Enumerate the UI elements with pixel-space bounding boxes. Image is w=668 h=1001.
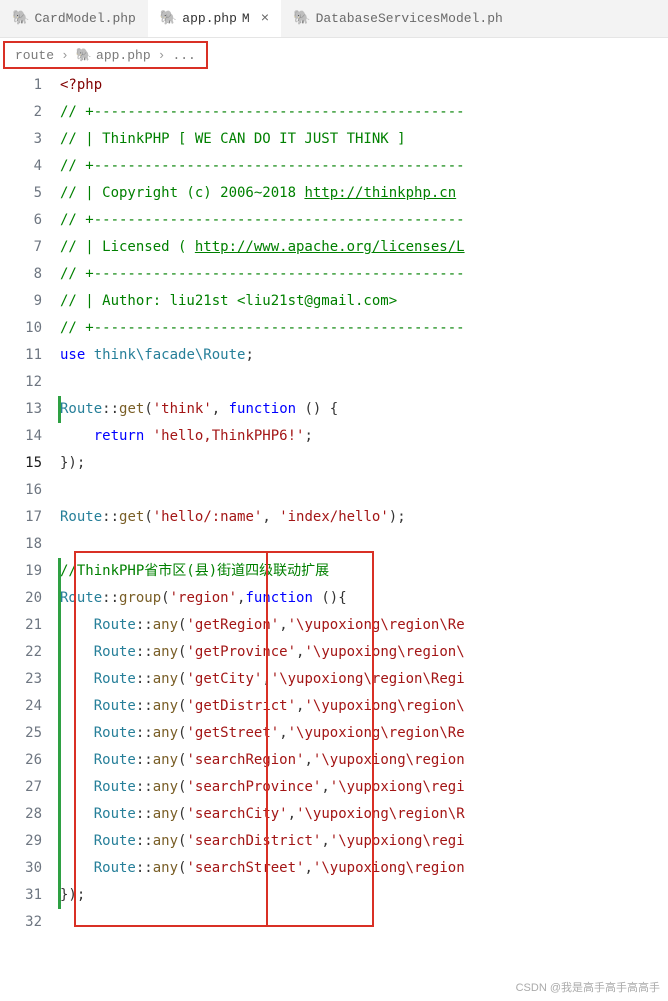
close-icon[interactable]: × bbox=[261, 11, 269, 27]
line-number: 5 bbox=[0, 180, 42, 207]
breadcrumb-more[interactable]: ... bbox=[172, 48, 195, 63]
breadcrumb-folder[interactable]: route bbox=[15, 48, 54, 63]
tab-label: CardModel.php bbox=[34, 11, 135, 26]
tab-label: DatabaseServicesModel.ph bbox=[316, 11, 503, 26]
line-gutter: 1234567891011121314151617181920212223242… bbox=[0, 72, 60, 936]
line-number: 8 bbox=[0, 261, 42, 288]
line-number: 22 bbox=[0, 639, 42, 666]
modified-indicator: M bbox=[242, 11, 250, 26]
line-number: 23 bbox=[0, 666, 42, 693]
line-number: 10 bbox=[0, 315, 42, 342]
line-number: 13 bbox=[0, 396, 42, 423]
chevron-right-icon: › bbox=[158, 48, 166, 63]
line-number: 3 bbox=[0, 126, 42, 153]
code-line[interactable] bbox=[60, 477, 668, 504]
code-line[interactable]: <?php bbox=[60, 72, 668, 99]
code-line[interactable]: Route::any('getDistrict','\yupoxiong\reg… bbox=[60, 693, 668, 720]
code-line[interactable]: Route::any('searchCity','\yupoxiong\regi… bbox=[60, 801, 668, 828]
tab-app[interactable]: 🐘 app.php M × bbox=[148, 0, 281, 37]
line-number: 16 bbox=[0, 477, 42, 504]
php-icon: 🐘 bbox=[12, 10, 29, 27]
watermark: CSDN @我是高手高手高高手 bbox=[516, 979, 660, 995]
code-line[interactable]: Route::any('searchProvince','\yupoxiong\… bbox=[60, 774, 668, 801]
php-icon: 🐘 bbox=[293, 10, 310, 27]
tab-cardmodel[interactable]: 🐘 CardModel.php bbox=[0, 0, 148, 37]
php-icon: 🐘 bbox=[160, 10, 177, 27]
line-number: 28 bbox=[0, 801, 42, 828]
line-number: 7 bbox=[0, 234, 42, 261]
code-line[interactable]: //ThinkPHP省市区(县)街道四级联动扩展 bbox=[60, 558, 668, 585]
code-line[interactable]: Route::any('getProvince','\yupoxiong\reg… bbox=[60, 639, 668, 666]
code-line[interactable]: Route::any('getRegion','\yupoxiong\regio… bbox=[60, 612, 668, 639]
code-line[interactable]: Route::get('hello/:name', 'index/hello')… bbox=[60, 504, 668, 531]
line-number: 18 bbox=[0, 531, 42, 558]
code-line[interactable]: // +------------------------------------… bbox=[60, 315, 668, 342]
code-line[interactable]: Route::any('getCity','\yupoxiong\region\… bbox=[60, 666, 668, 693]
line-number: 29 bbox=[0, 828, 42, 855]
code-line[interactable]: }); bbox=[60, 450, 668, 477]
line-number: 32 bbox=[0, 909, 42, 936]
code-line[interactable]: return 'hello,ThinkPHP6!'; bbox=[60, 423, 668, 450]
line-number: 20 bbox=[0, 585, 42, 612]
tab-label: app.php bbox=[182, 11, 237, 26]
line-number: 25 bbox=[0, 720, 42, 747]
code-line[interactable]: Route::any('searchDistrict','\yupoxiong\… bbox=[60, 828, 668, 855]
code-line[interactable]: Route::group('region',function (){ bbox=[60, 585, 668, 612]
line-number: 2 bbox=[0, 99, 42, 126]
code-line[interactable]: Route::get('think', function () { bbox=[60, 396, 668, 423]
line-number: 27 bbox=[0, 774, 42, 801]
code-line[interactable] bbox=[60, 909, 668, 936]
line-number: 26 bbox=[0, 747, 42, 774]
code-line[interactable]: Route::any('getStreet','\yupoxiong\regio… bbox=[60, 720, 668, 747]
code-area[interactable]: <?php// +-------------------------------… bbox=[60, 72, 668, 936]
code-line[interactable]: }); bbox=[60, 882, 668, 909]
line-number: 24 bbox=[0, 693, 42, 720]
line-number: 30 bbox=[0, 855, 42, 882]
breadcrumb-file[interactable]: app.php bbox=[96, 48, 151, 63]
editor-tabs: 🐘 CardModel.php 🐘 app.php M × 🐘 Database… bbox=[0, 0, 668, 38]
code-line[interactable]: Route::any('searchRegion','\yupoxiong\re… bbox=[60, 747, 668, 774]
line-number: 4 bbox=[0, 153, 42, 180]
line-number: 12 bbox=[0, 369, 42, 396]
code-line[interactable]: Route::any('searchStreet','\yupoxiong\re… bbox=[60, 855, 668, 882]
code-line[interactable] bbox=[60, 531, 668, 558]
code-line[interactable]: // +------------------------------------… bbox=[60, 153, 668, 180]
code-line[interactable]: // | ThinkPHP [ WE CAN DO IT JUST THINK … bbox=[60, 126, 668, 153]
code-line[interactable] bbox=[60, 369, 668, 396]
code-line[interactable]: // | Licensed ( http://www.apache.org/li… bbox=[60, 234, 668, 261]
line-number: 1 bbox=[0, 72, 42, 99]
line-number: 31 bbox=[0, 882, 42, 909]
line-number: 15 bbox=[0, 450, 42, 477]
code-line[interactable]: // | Author: liu21st <liu21st@gmail.com> bbox=[60, 288, 668, 315]
line-number: 21 bbox=[0, 612, 42, 639]
php-icon: 🐘 bbox=[76, 48, 92, 63]
line-number: 19 bbox=[0, 558, 42, 585]
breadcrumb[interactable]: route › 🐘 app.php › ... bbox=[3, 41, 208, 69]
code-line[interactable]: // | Copyright (c) 2006~2018 http://thin… bbox=[60, 180, 668, 207]
code-line[interactable]: // +------------------------------------… bbox=[60, 261, 668, 288]
tab-databaseservices[interactable]: 🐘 DatabaseServicesModel.ph bbox=[281, 0, 515, 37]
chevron-right-icon: › bbox=[61, 48, 69, 63]
line-number: 14 bbox=[0, 423, 42, 450]
code-line[interactable]: // +------------------------------------… bbox=[60, 99, 668, 126]
line-number: 6 bbox=[0, 207, 42, 234]
line-number: 9 bbox=[0, 288, 42, 315]
line-number: 17 bbox=[0, 504, 42, 531]
code-editor[interactable]: 1234567891011121314151617181920212223242… bbox=[0, 72, 668, 936]
code-line[interactable]: // +------------------------------------… bbox=[60, 207, 668, 234]
line-number: 11 bbox=[0, 342, 42, 369]
code-line[interactable]: use think\facade\Route; bbox=[60, 342, 668, 369]
